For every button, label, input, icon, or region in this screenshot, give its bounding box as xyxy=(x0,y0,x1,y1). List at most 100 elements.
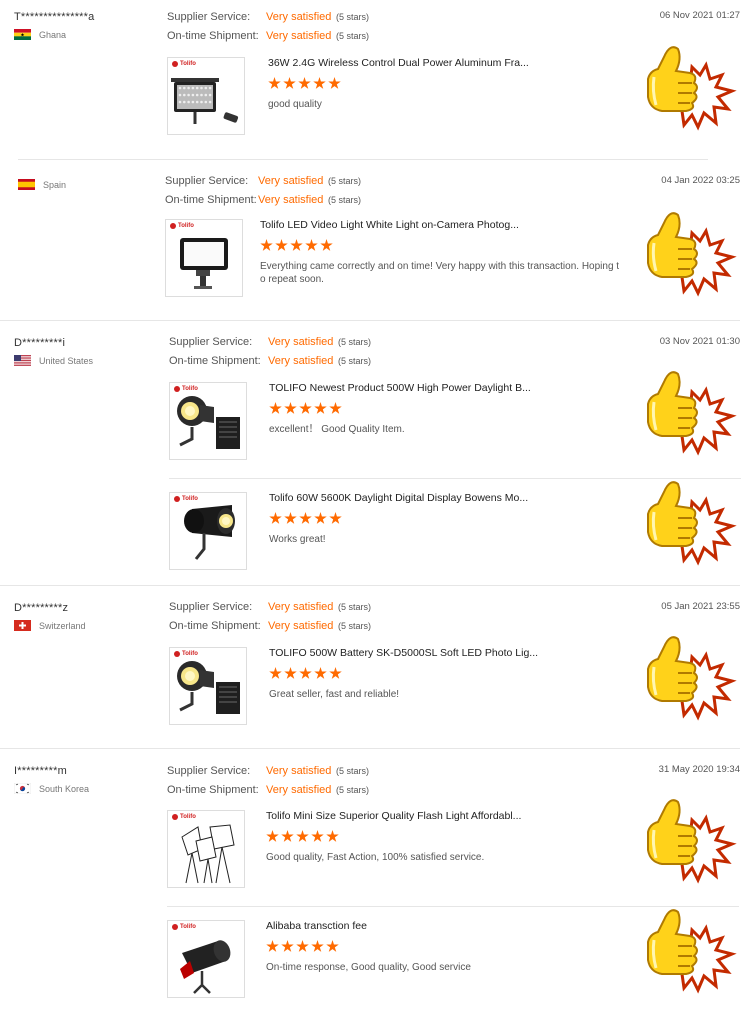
buyer-country: Spain xyxy=(18,179,66,190)
star-icon xyxy=(311,940,324,952)
review-card: D*********z Switzerland 05 Jan 2021 23:55 S… xyxy=(0,591,750,751)
product-title-link[interactable]: TOLIFO Newest Product 500W High Power Da… xyxy=(269,382,531,394)
product-star-rating xyxy=(269,512,342,525)
shipment-rating-value: Very satisfied xyxy=(268,620,334,632)
product-star-rating xyxy=(268,77,341,90)
review-card: Spain 04 Jan 2022 03:25 Supplier Service: V… xyxy=(0,163,750,323)
buyer-country: South Korea xyxy=(14,783,89,794)
product-title-link[interactable]: Tolifo Mini Size Superior Quality Flash … xyxy=(266,810,521,822)
shipment-rating-value: Very satisfied xyxy=(266,784,332,796)
star-icon xyxy=(329,512,342,524)
product-title-link[interactable]: TOLIFO 500W Battery SK-D5000SL Soft LED … xyxy=(269,647,538,659)
buyer-country: Switzerland xyxy=(14,620,86,631)
shipment-rating-value: Very satisfied xyxy=(266,30,332,42)
star-icon xyxy=(314,512,327,524)
review-comment: Everything came correctly and on time! V… xyxy=(260,261,620,285)
brand-logo: Tolifo xyxy=(170,223,194,229)
shipment-star-count: (5 stars) xyxy=(338,621,372,631)
product-thumbnail[interactable]: Tolifo xyxy=(169,492,247,570)
supplier-rating-row: Supplier Service: Very satisfied (5 stars) xyxy=(169,601,371,613)
supplier-rating-row: Supplier Service: Very satisfied (5 stars) xyxy=(165,175,361,187)
review-comment: Good quality, Fast Action, 100% satisfie… xyxy=(266,852,485,863)
star-icon xyxy=(269,512,282,524)
product-thumbnail[interactable]: Tolifo xyxy=(167,920,245,998)
review-comment: good quality xyxy=(268,99,322,110)
star-icon xyxy=(266,830,279,842)
buyer-name: I*********m xyxy=(14,765,67,777)
shipment-label: On-time Shipment: xyxy=(169,620,261,632)
product-title-link[interactable]: Alibaba transction fee xyxy=(266,920,367,932)
product-thumbnail[interactable]: Tolifo xyxy=(167,810,245,888)
supplier-rating-value: Very satisfied xyxy=(266,765,332,777)
star-icon xyxy=(281,830,294,842)
supplier-rating-value: Very satisfied xyxy=(258,175,324,187)
star-icon xyxy=(328,77,341,89)
thumbs-up-icon xyxy=(640,201,740,301)
star-icon xyxy=(269,402,282,414)
shipment-rating-row: On-time Shipment: Very satisfied (5 stars) xyxy=(165,194,361,206)
product-star-rating xyxy=(266,940,339,953)
review-date: 05 Jan 2021 23:55 xyxy=(661,601,740,612)
country-flag-icon xyxy=(14,620,31,631)
star-icon xyxy=(329,402,342,414)
shipment-rating-row: On-time Shipment: Very satisfied (5 stars) xyxy=(167,784,369,796)
star-icon xyxy=(284,512,297,524)
supplier-star-count: (5 stars) xyxy=(338,337,372,347)
product-thumbnail[interactable]: Tolifo xyxy=(167,57,245,135)
thumbs-up-icon xyxy=(640,625,740,725)
product-thumbnail[interactable]: Tolifo xyxy=(169,647,247,725)
supplier-rating-value: Very satisfied xyxy=(268,601,334,613)
product-thumbnail[interactable]: Tolifo xyxy=(169,382,247,460)
product-title-link[interactable]: 36W 2.4G Wireless Control Dual Power Alu… xyxy=(268,57,529,69)
star-icon xyxy=(268,77,281,89)
star-icon xyxy=(320,239,333,251)
product-thumbnail[interactable]: Tolifo xyxy=(165,219,243,297)
buyer-name: T***************a xyxy=(14,11,95,23)
product-title-link[interactable]: Tolifo 60W 5600K Daylight Digital Displa… xyxy=(269,492,528,504)
thumbs-up-icon xyxy=(640,898,740,998)
shipment-rating-row: On-time Shipment: Very satisfied (5 stars) xyxy=(169,355,371,367)
product-title-link[interactable]: Tolifo LED Video Light White Light on-Ca… xyxy=(260,219,519,231)
review-comment: excellent！ Good Quality Item. xyxy=(269,424,405,435)
star-icon xyxy=(275,239,288,251)
thumbs-up-icon xyxy=(640,35,740,135)
country-flag-icon xyxy=(14,783,31,794)
buyer-country: United States xyxy=(14,355,93,366)
star-icon xyxy=(266,940,279,952)
product-star-rating xyxy=(269,402,342,415)
brand-logo: Tolifo xyxy=(172,61,196,67)
buyer-name: D*********i xyxy=(14,337,66,349)
country-name: South Korea xyxy=(39,783,90,794)
thumbs-up-icon xyxy=(640,360,740,460)
star-icon xyxy=(311,830,324,842)
review-comment: On-time response, Good quality, Good ser… xyxy=(266,962,471,973)
review-card: I*********m South Korea 31 May 2020 19:34 S… xyxy=(0,754,750,998)
supplier-star-count: (5 stars) xyxy=(338,602,372,612)
product-star-rating xyxy=(260,239,333,252)
buyer-country: Ghana xyxy=(14,29,66,40)
star-icon xyxy=(313,77,326,89)
star-icon xyxy=(284,667,297,679)
star-icon xyxy=(326,830,339,842)
thumbs-up-icon xyxy=(640,470,740,570)
star-icon xyxy=(296,940,309,952)
country-name: Ghana xyxy=(39,29,67,40)
star-icon xyxy=(290,239,303,251)
star-icon xyxy=(299,512,312,524)
star-icon xyxy=(298,77,311,89)
country-name: Switzerland xyxy=(39,620,86,631)
star-icon xyxy=(314,402,327,414)
shipment-star-count: (5 stars) xyxy=(338,356,372,366)
brand-logo: Tolifo xyxy=(172,814,196,820)
brand-logo: Tolifo xyxy=(174,386,198,392)
review-date: 31 May 2020 19:34 xyxy=(658,764,740,775)
brand-logo: Tolifo xyxy=(174,651,198,657)
supplier-label: Supplier Service: xyxy=(169,336,253,348)
brand-logo: Tolifo xyxy=(172,924,196,930)
review-date: 04 Jan 2022 03:25 xyxy=(661,175,740,186)
shipment-rating-value: Very satisfied xyxy=(268,355,334,367)
star-icon xyxy=(299,667,312,679)
supplier-label: Supplier Service: xyxy=(169,601,253,613)
shipment-label: On-time Shipment: xyxy=(169,355,261,367)
shipment-label: On-time Shipment: xyxy=(165,194,257,206)
